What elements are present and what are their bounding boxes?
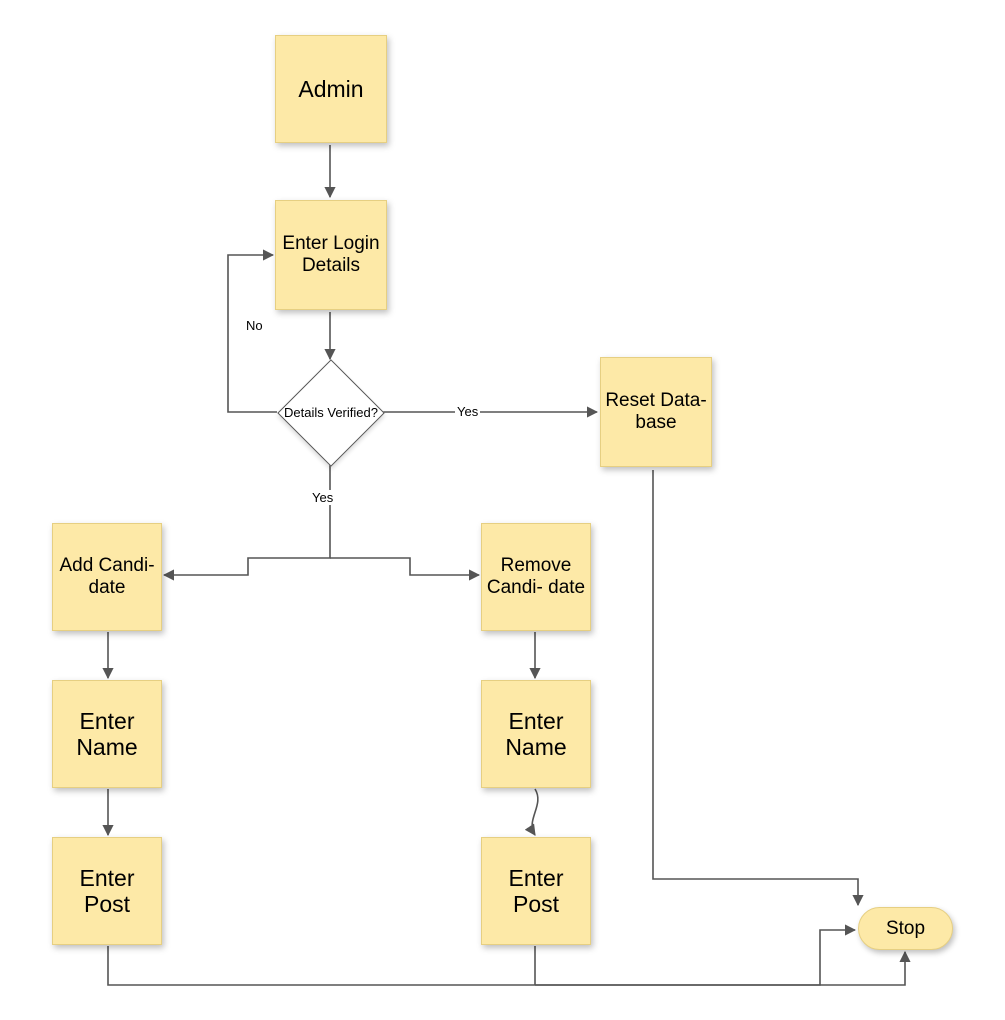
node-enter-login-label: Enter Login Details	[280, 233, 382, 277]
node-stop-label: Stop	[886, 918, 925, 940]
edge-label-no: No	[244, 318, 265, 333]
node-reset-database: Reset Data- base	[600, 357, 712, 467]
edge-label-yes-down: Yes	[310, 490, 335, 505]
flowchart-canvas: Admin Enter Login Details Details Verifi…	[0, 0, 1005, 1020]
node-admin: Admin	[275, 35, 387, 143]
node-enter-post-right: Enter Post	[481, 837, 591, 945]
node-enter-login: Enter Login Details	[275, 200, 387, 310]
diamond-shape	[277, 359, 384, 466]
node-reset-database-label: Reset Data- base	[605, 390, 707, 434]
node-enter-name-right-label: Enter Name	[486, 708, 586, 761]
node-enter-name-left-label: Enter Name	[57, 708, 157, 761]
node-decision: Details Verified?	[278, 360, 384, 466]
node-add-candidate-label: Add Candi- date	[57, 555, 157, 599]
node-enter-name-right: Enter Name	[481, 680, 591, 788]
node-stop: Stop	[858, 907, 953, 950]
node-admin-label: Admin	[298, 76, 363, 102]
node-remove-candidate: Remove Candi- date	[481, 523, 591, 631]
node-enter-post-right-label: Enter Post	[486, 865, 586, 918]
node-enter-post-left: Enter Post	[52, 837, 162, 945]
node-enter-post-left-label: Enter Post	[57, 865, 157, 918]
node-remove-candidate-label: Remove Candi- date	[486, 555, 586, 599]
node-enter-name-left: Enter Name	[52, 680, 162, 788]
edge-label-yes-right: Yes	[455, 404, 480, 419]
node-add-candidate: Add Candi- date	[52, 523, 162, 631]
